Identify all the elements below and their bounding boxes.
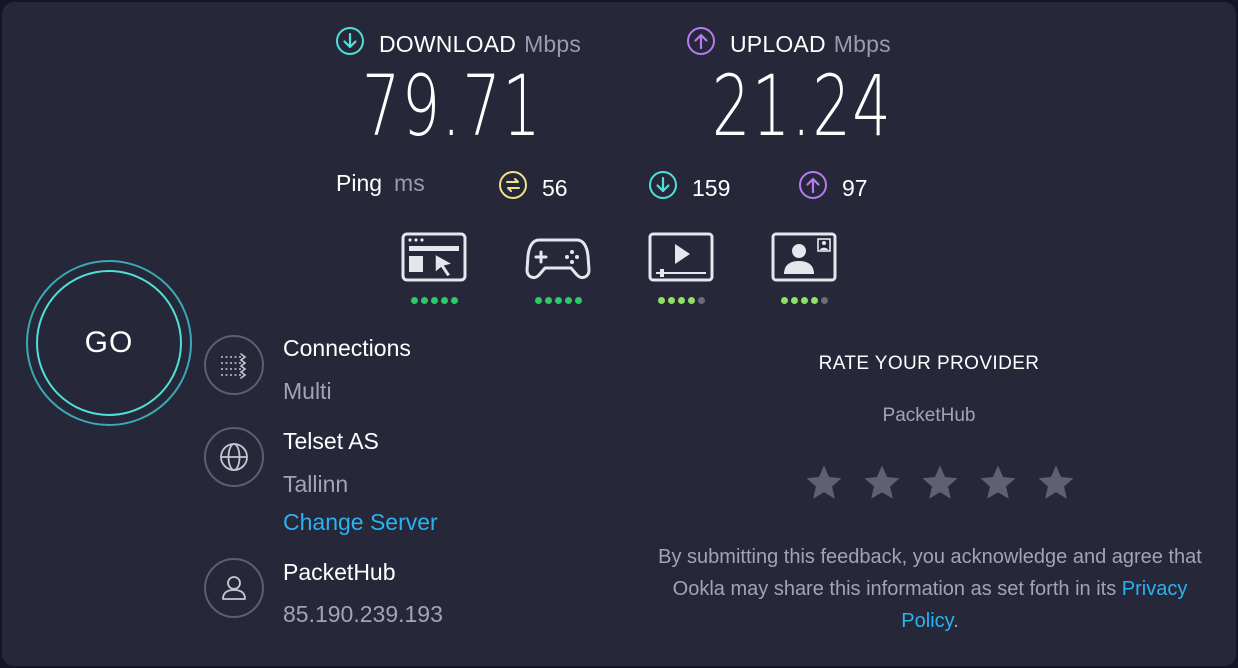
upload-value: 21.24 [711, 57, 893, 155]
video-chat-icon [771, 232, 837, 289]
rating-dot [554, 297, 562, 304]
rating-dot [440, 297, 448, 304]
rate-provider-title: RATE YOUR PROVIDER [818, 353, 1040, 374]
rate-provider-name: PacketHub [882, 405, 976, 426]
ping-unit: ms [394, 170, 425, 196]
ping-download-icon [648, 170, 678, 206]
ping-label: Ping [336, 170, 383, 196]
rating-dot [430, 297, 438, 304]
rating-dot [810, 297, 818, 304]
ping-idle: 56 [498, 170, 568, 206]
user-icon [204, 558, 264, 618]
gamepad-icon [525, 232, 591, 289]
feedback-notice: By submitting this feedback, you acknowl… [650, 541, 1210, 637]
video-chat-rating [780, 297, 828, 304]
rating-dot [820, 297, 828, 304]
quality-gaming [525, 232, 591, 304]
rating-dot [667, 297, 675, 304]
rating-dot [420, 297, 428, 304]
rating-stars [803, 462, 1077, 504]
go-button[interactable]: GO [36, 270, 182, 416]
provider-ip: 85.190.239.193 [283, 601, 443, 627]
web-browsing-icon [401, 232, 467, 289]
download-unit: Mbps [524, 30, 582, 57]
feedback-end: . [953, 610, 959, 632]
rating-dot [410, 297, 418, 304]
ping-download: 159 [648, 170, 730, 206]
rating-dot [534, 297, 542, 304]
connections-title: Connections [283, 335, 411, 361]
connections-icon[interactable] [204, 335, 264, 395]
go-button-ring: GO [26, 260, 192, 426]
rating-dot [657, 297, 665, 304]
server-name: Telset AS [283, 428, 379, 454]
star-icon[interactable] [1035, 462, 1077, 504]
rating-dot [790, 297, 798, 304]
star-icon[interactable] [803, 462, 845, 504]
quality-web-browsing [401, 232, 467, 304]
connections-value: Multi [283, 378, 332, 404]
video-play-icon [648, 232, 714, 289]
rating-dot [574, 297, 582, 304]
download-arrow-icon [335, 26, 365, 62]
upload-unit: Mbps [833, 30, 891, 57]
quality-video-chat [771, 232, 837, 304]
gaming-rating [534, 297, 582, 304]
rating-dot [450, 297, 458, 304]
upload-label: UPLOAD [730, 30, 826, 57]
change-server-link[interactable]: Change Server [283, 509, 438, 536]
ping-upload-icon [798, 170, 828, 206]
speedtest-panel: DOWNLOAD Mbps 79.71 UPLOAD Mbps 21.24 Pi… [2, 2, 1236, 666]
ping-upload: 97 [798, 170, 868, 206]
download-value: 79.71 [361, 57, 543, 155]
rating-dot [780, 297, 788, 304]
ping-row: Ping ms [336, 170, 425, 197]
rating-dot [687, 297, 695, 304]
star-icon[interactable] [861, 462, 903, 504]
download-label: DOWNLOAD [379, 30, 517, 57]
ping-idle-value: 56 [542, 174, 568, 201]
star-icon[interactable] [977, 462, 1019, 504]
ping-upload-value: 97 [842, 174, 868, 201]
rating-dot [544, 297, 552, 304]
provider-name: PacketHub [283, 559, 396, 585]
feedback-text: By submitting this feedback, you acknowl… [658, 546, 1202, 600]
globe-icon [204, 427, 264, 487]
quality-video-streaming [648, 232, 714, 304]
rating-dot [564, 297, 572, 304]
rating-dot [800, 297, 808, 304]
ping-idle-icon [498, 170, 528, 206]
video-streaming-rating [657, 297, 705, 304]
ping-download-value: 159 [692, 174, 731, 201]
rating-dot [677, 297, 685, 304]
star-icon[interactable] [919, 462, 961, 504]
web-browsing-rating [410, 297, 458, 304]
rating-dot [697, 297, 705, 304]
server-location: Tallinn [283, 471, 349, 497]
